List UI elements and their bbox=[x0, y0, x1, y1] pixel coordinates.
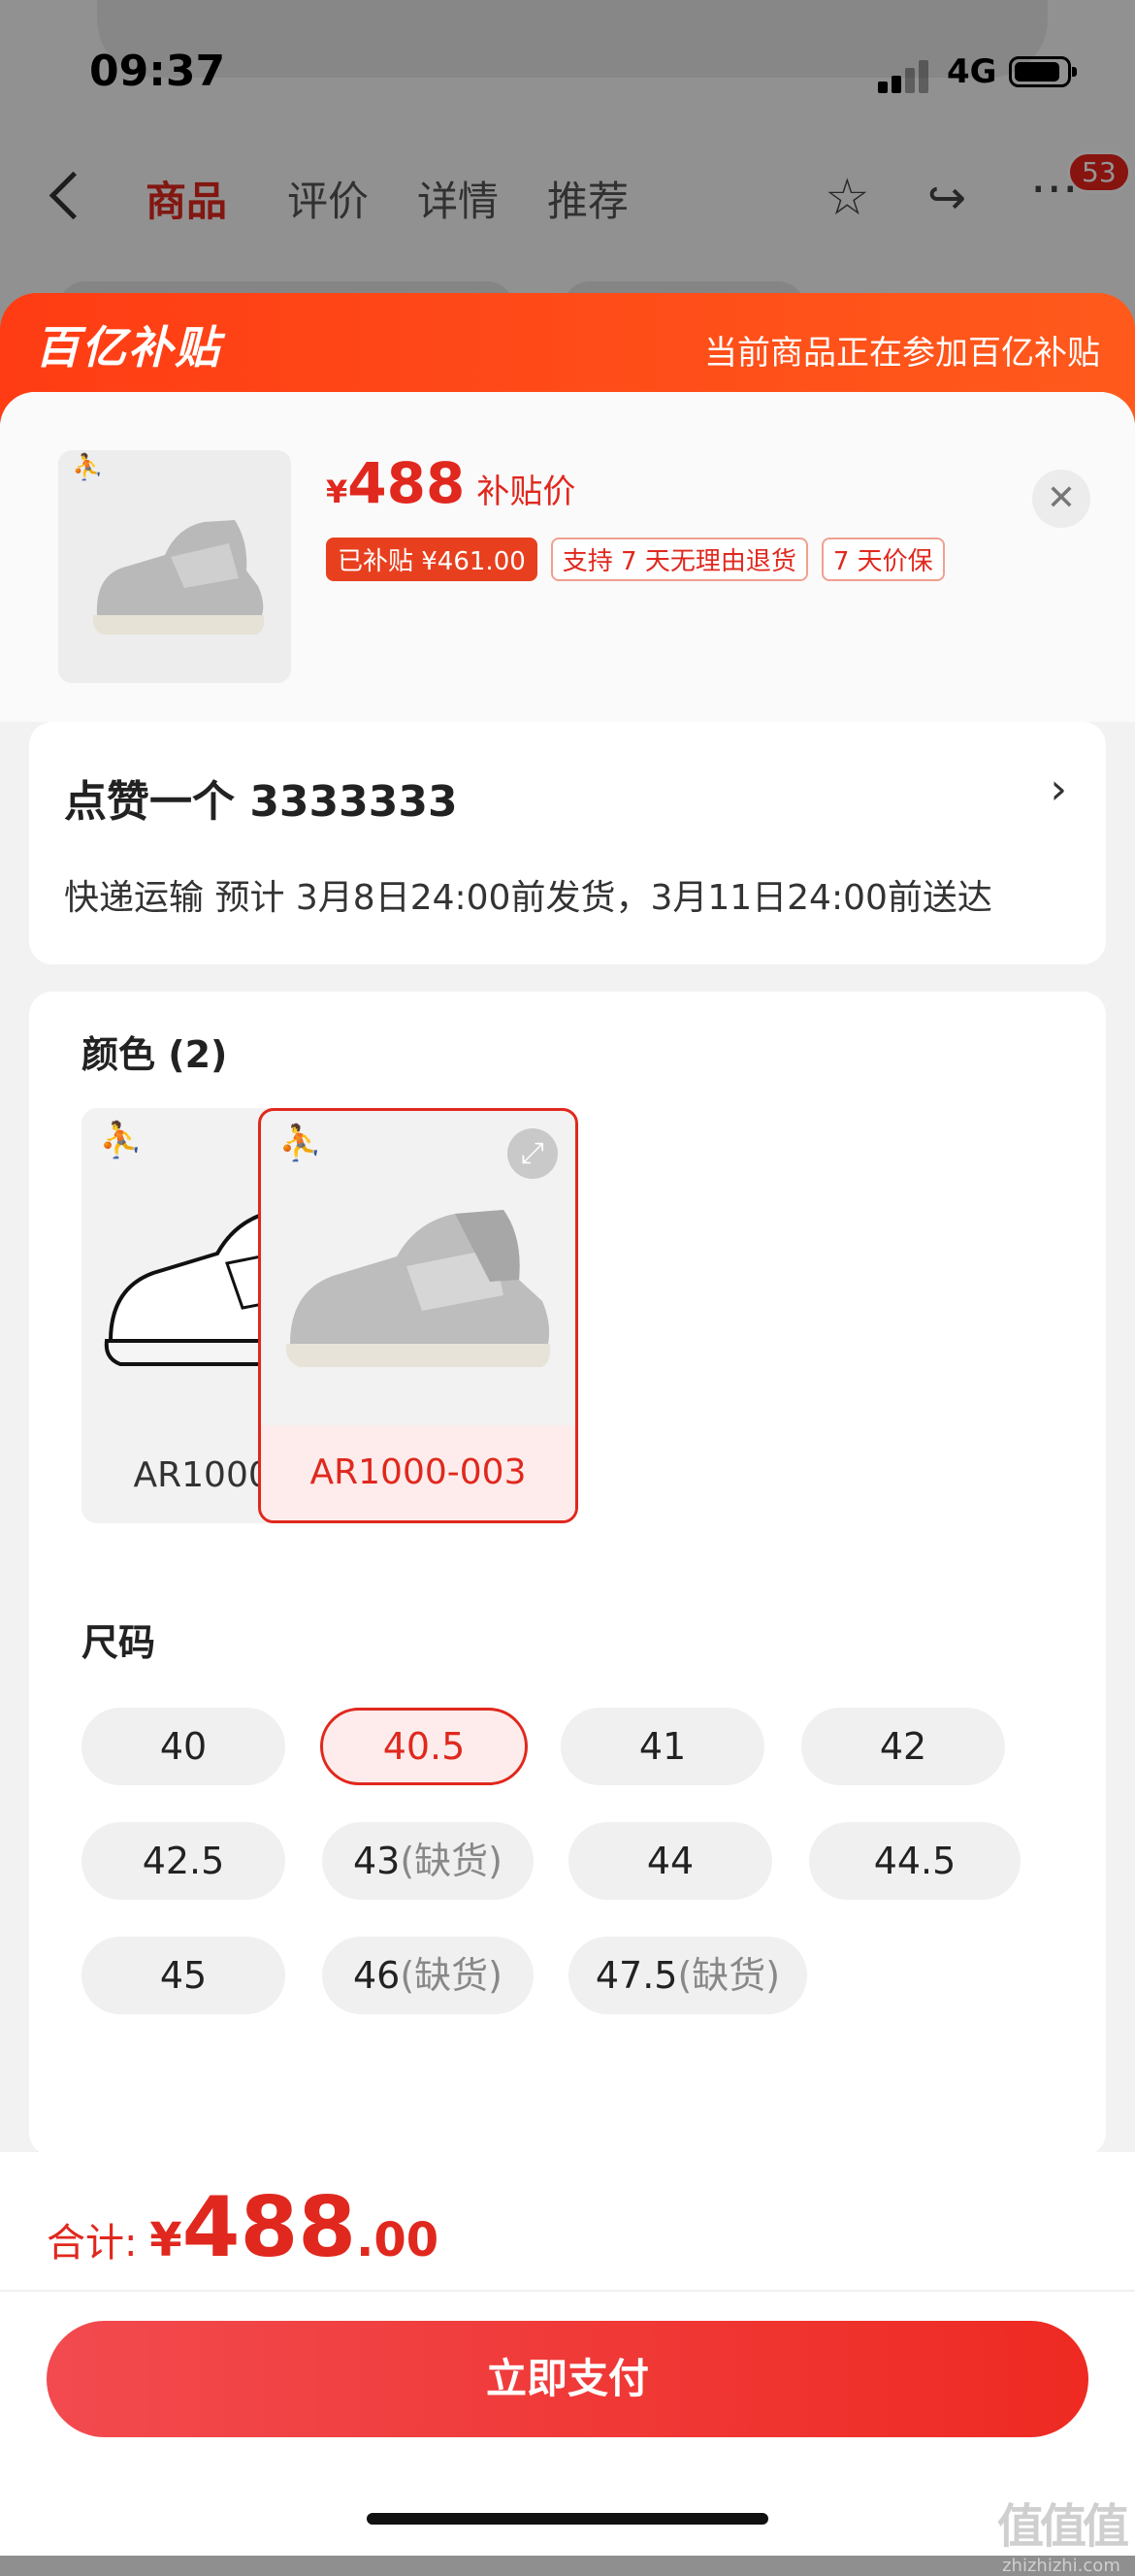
promo-tags: 已补贴 ¥461.00 支持 7 天无理由退货 7 天价保 bbox=[326, 538, 945, 581]
size-section-title: 尺码 bbox=[81, 1621, 156, 1664]
size-option[interactable]: 44 bbox=[568, 1822, 772, 1900]
subsidy-logo: 百亿补贴 bbox=[35, 321, 221, 374]
home-indicator[interactable] bbox=[367, 2513, 768, 2525]
size-option-selected[interactable]: 40.5 bbox=[320, 1708, 528, 1785]
total-currency: ¥ bbox=[149, 2213, 182, 2267]
close-icon[interactable]: ✕ bbox=[1032, 470, 1090, 528]
pay-now-button[interactable]: 立即支付 bbox=[47, 2321, 1088, 2437]
size-option[interactable]: 42 bbox=[801, 1708, 1005, 1785]
color-option-label: AR1000-003 bbox=[261, 1425, 575, 1520]
total-label: 合计: bbox=[47, 2221, 150, 2266]
size-option[interactable]: 40 bbox=[81, 1708, 285, 1785]
address-card[interactable]: 点赞一个 3333333 › 快递运输 预计 3月8日24:00前发货，3月11… bbox=[29, 722, 1106, 964]
purchase-sheet: 百亿补贴 当前商品正在参加百亿补贴 ⛹ ¥488 补贴价 已补贴 ¥461.00 … bbox=[0, 293, 1135, 2576]
sheet-body: ⛹ ¥488 补贴价 已补贴 ¥461.00 支持 7 天无理由退货 7 天价保 … bbox=[0, 392, 1135, 2576]
watermark-logo: 值值值 zhizhizhi.com bbox=[996, 2499, 1129, 2576]
color-option-selected[interactable]: ⛹ ⤢ AR1000-003 bbox=[258, 1108, 578, 1523]
address-title: 点赞一个 3333333 bbox=[64, 777, 458, 827]
expand-icon[interactable]: ⤢ bbox=[507, 1128, 558, 1179]
total-amount: 488 bbox=[181, 2179, 357, 2276]
size-option[interactable]: 44.5 bbox=[809, 1822, 1021, 1900]
product-thumbnail: ⛹ bbox=[58, 450, 291, 683]
chevron-right-icon: › bbox=[1050, 765, 1067, 814]
price-tag: 补贴价 bbox=[476, 473, 576, 511]
subsidy-amount-tag: 已补贴 ¥461.00 bbox=[326, 538, 537, 581]
footer-divider bbox=[0, 2290, 1135, 2292]
price-currency: ¥ bbox=[326, 473, 348, 510]
size-option-out-of-stock[interactable]: 46(缺货) bbox=[322, 1937, 534, 2014]
size-option-out-of-stock[interactable]: 47.5(缺货) bbox=[568, 1937, 807, 2014]
jordan-logo-icon: ⛹ bbox=[278, 1124, 322, 1163]
size-option[interactable]: 42.5 bbox=[81, 1822, 285, 1900]
options-card: 颜色 (2) ⛹ ⤢ AR1000-100 bbox=[29, 992, 1106, 2156]
subsidy-note: 当前商品正在参加百亿补贴 bbox=[704, 334, 1100, 373]
size-option[interactable]: 41 bbox=[561, 1708, 764, 1785]
return-policy-tag: 支持 7 天无理由退货 bbox=[550, 538, 808, 581]
order-total: 合计: ¥488.00 bbox=[47, 2179, 438, 2276]
svg-text:⛹: ⛹ bbox=[72, 451, 103, 482]
price-value: 488 bbox=[347, 450, 466, 516]
product-summary: ⛹ ¥488 补贴价 已补贴 ¥461.00 支持 7 天无理由退货 7 天价保 … bbox=[0, 392, 1135, 722]
total-decimal: .00 bbox=[356, 2213, 439, 2267]
price-protect-tag: 7 天价保 bbox=[821, 538, 945, 581]
price-row: ¥488 补贴价 bbox=[326, 450, 575, 516]
color-section-title: 颜色 (2) bbox=[81, 1033, 228, 1076]
jordan-logo-icon: ⛹ bbox=[99, 1121, 143, 1160]
shipping-estimate: 快递运输 预计 3月8日24:00前发货，3月11日24:00前送达 bbox=[64, 878, 992, 918]
size-option[interactable]: 45 bbox=[81, 1937, 285, 2014]
size-option-out-of-stock[interactable]: 43(缺货) bbox=[322, 1822, 534, 1900]
checkout-footer: 合计: ¥488.00 立即支付 值值值 zhizhizhi.com bbox=[0, 2152, 1135, 2576]
